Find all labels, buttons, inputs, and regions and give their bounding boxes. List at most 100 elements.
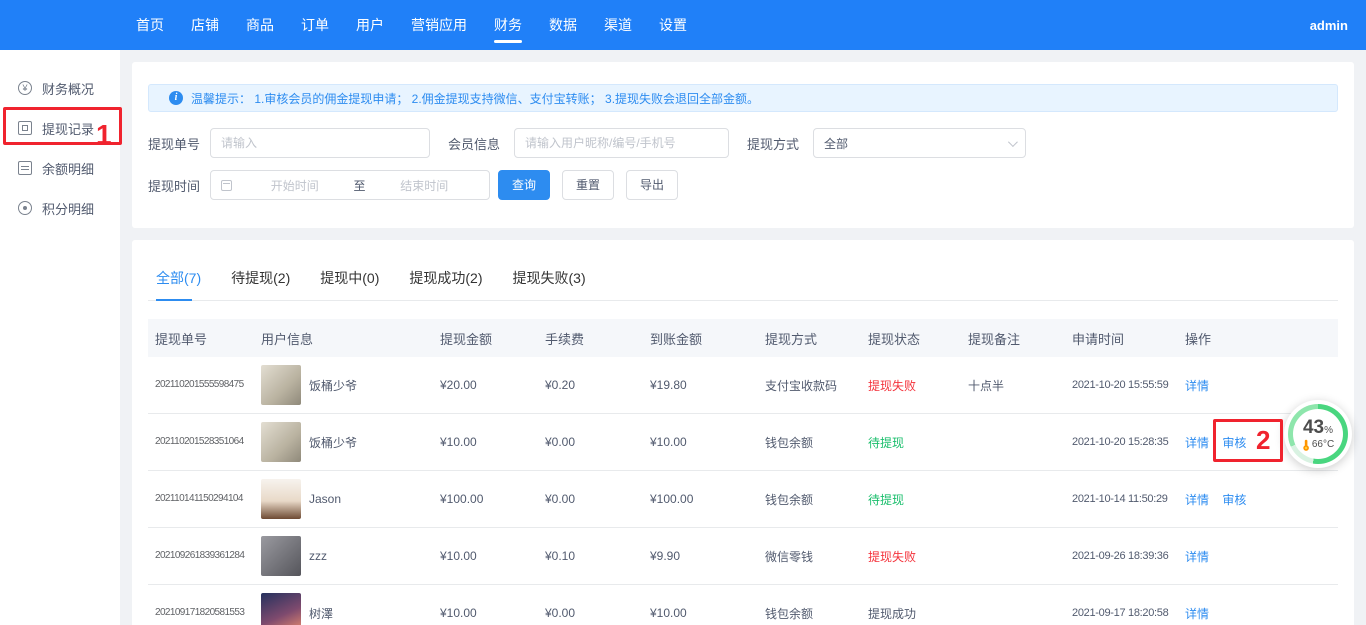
withdraw-method: 微信零钱 (758, 548, 861, 565)
nav-item-finance[interactable]: 财务 (494, 0, 522, 50)
filter-row-1: 提现单号 会员信息 提现方式 全部 (148, 128, 1338, 158)
status-badge: 提现失败 (868, 550, 916, 564)
main-menu: 首页 店铺 商品 订单 用户 营销应用 财务 数据 渠道 设置 (136, 0, 687, 50)
user-info: 饭桶少爷 (254, 422, 433, 462)
sidebar-item-label: 余额明细 (42, 159, 94, 178)
withdraw-amount: ¥10.00 (433, 606, 538, 620)
status-badge: 提现失败 (868, 379, 916, 393)
apply-time: 2021-10-20 15:28:35 (1065, 432, 1178, 452)
avatar (261, 365, 301, 405)
sidebar-item-label: 积分明细 (42, 199, 94, 218)
detail-link[interactable]: 详情 (1185, 436, 1209, 450)
nav-item-orders[interactable]: 订单 (301, 0, 329, 50)
withdraw-method-select[interactable]: 全部 (813, 128, 1026, 158)
filter-panel: i 温馨提示： 1.审核会员的佣金提现申请； 2.佣金提现支持微信、支付宝转账；… (132, 62, 1354, 228)
user-nickname: 树澤 (309, 605, 333, 622)
detail-link[interactable]: 详情 (1185, 493, 1209, 507)
member-info-label: 会员信息 (448, 134, 500, 153)
order-no: 202110201528351064 (148, 432, 254, 452)
reset-button[interactable]: 重置 (562, 170, 614, 200)
received-amount: ¥9.90 (643, 549, 758, 563)
avatar (261, 479, 301, 519)
apply-time: 2021-10-14 11:50:29 (1065, 489, 1178, 509)
nav-item-goods[interactable]: 商品 (246, 0, 274, 50)
thermometer-icon (1302, 439, 1310, 451)
col-header-remark: 提现备注 (961, 329, 1065, 348)
user-info: 饭桶少爷 (254, 365, 433, 405)
order-no: 202109261839361284 (148, 546, 254, 566)
select-value: 全部 (824, 135, 1008, 152)
fee: ¥0.00 (538, 435, 643, 449)
received-amount: ¥10.00 (643, 606, 758, 620)
yen-circle-icon: ¥ (18, 81, 32, 95)
nav-item-settings[interactable]: 设置 (659, 0, 687, 50)
fee: ¥0.20 (538, 378, 643, 392)
audit-link[interactable]: 审核 (1222, 493, 1246, 507)
withdraw-table-panel: 全部(7) 待提现(2) 提现中(0) 提现成功(2) 提现失败(3) 提现单号… (132, 240, 1354, 625)
table-header-row: 提现单号 用户信息 提现金额 手续费 到账金额 提现方式 提现状态 提现备注 申… (148, 319, 1338, 357)
top-navbar: 首页 店铺 商品 订单 用户 营销应用 财务 数据 渠道 设置 admin (0, 0, 1366, 50)
withdraw-table: 提现单号 用户信息 提现金额 手续费 到账金额 提现方式 提现状态 提现备注 申… (148, 319, 1338, 625)
withdraw-method: 钱包余额 (758, 434, 861, 451)
order-no: 202110141150294104 (148, 489, 254, 509)
withdraw-amount: ¥20.00 (433, 378, 538, 392)
col-header-fee: 手续费 (538, 329, 643, 348)
export-button[interactable]: 导出 (626, 170, 678, 200)
balance-list-icon (18, 161, 32, 175)
avatar (261, 593, 301, 625)
date-range-input[interactable]: 开始时间 至 结束时间 (210, 170, 490, 200)
user-nickname: 饭桶少爷 (309, 434, 357, 451)
performance-gauge-widget[interactable]: 43% 66°C (1284, 400, 1352, 468)
nav-item-shop[interactable]: 店铺 (191, 0, 219, 50)
table-row: 202109261839361284 zzz ¥10.00 ¥0.10 ¥9.9… (148, 528, 1338, 585)
nav-item-users[interactable]: 用户 (356, 0, 384, 50)
start-time-placeholder[interactable]: 开始时间 (240, 177, 350, 194)
detail-link[interactable]: 详情 (1185, 379, 1209, 393)
user-menu[interactable]: admin (1310, 18, 1348, 33)
col-header-user-info: 用户信息 (254, 329, 433, 348)
tab-success[interactable]: 提现成功(2) (409, 268, 482, 300)
col-header-amount: 提现金额 (433, 329, 538, 348)
annotation-box-2 (1213, 419, 1283, 462)
date-separator: 至 (350, 177, 370, 194)
detail-link[interactable]: 详情 (1185, 607, 1209, 621)
annotation-label-1: 1 (96, 121, 112, 149)
avatar (261, 422, 301, 462)
user-nickname: zzz (309, 549, 327, 563)
nav-item-data[interactable]: 数据 (549, 0, 577, 50)
search-button[interactable]: 查询 (498, 170, 550, 200)
member-info-input[interactable] (514, 128, 729, 158)
nav-item-home[interactable]: 首页 (136, 0, 164, 50)
end-time-placeholder[interactable]: 结束时间 (370, 177, 480, 194)
nav-item-channel[interactable]: 渠道 (604, 0, 632, 50)
nav-item-marketing[interactable]: 营销应用 (411, 0, 467, 50)
withdraw-method: 钱包余额 (758, 605, 861, 622)
col-header-received: 到账金额 (643, 329, 758, 348)
status-badge: 待提现 (868, 493, 904, 507)
table-row: 202110141150294104 Jason ¥100.00 ¥0.00 ¥… (148, 471, 1338, 528)
sidebar-item-balance-details[interactable]: 余额明细 (0, 148, 120, 188)
withdraw-amount: ¥100.00 (433, 492, 538, 506)
tip-text: 温馨提示： 1.审核会员的佣金提现申请； 2.佣金提现支持微信、支付宝转账； 3… (191, 90, 759, 107)
fee: ¥0.10 (538, 549, 643, 563)
withdraw-time-label: 提现时间 (148, 176, 210, 195)
table-row: 202110201555598475 饭桶少爷 ¥20.00 ¥0.20 ¥19… (148, 357, 1338, 414)
user-nickname: Jason (309, 492, 341, 506)
sidebar-item-points-details[interactable]: 积分明细 (0, 188, 120, 228)
avatar (261, 536, 301, 576)
sidebar-item-finance-overview[interactable]: ¥ 财务概况 (0, 68, 120, 108)
detail-link[interactable]: 详情 (1185, 550, 1209, 564)
status-badge: 待提现 (868, 436, 904, 450)
tab-failed[interactable]: 提现失败(3) (513, 268, 586, 300)
fee: ¥0.00 (538, 492, 643, 506)
table-row: 202109171820581553 树澤 ¥10.00 ¥0.00 ¥10.0… (148, 585, 1338, 625)
fee: ¥0.00 (538, 606, 643, 620)
tab-pending[interactable]: 待提现(2) (231, 268, 290, 300)
col-header-apply-time: 申请时间 (1065, 329, 1178, 348)
order-no-input[interactable] (210, 128, 430, 158)
tab-processing[interactable]: 提现中(0) (320, 268, 379, 300)
tab-all[interactable]: 全部(7) (156, 268, 201, 300)
apply-time: 2021-09-26 18:39:36 (1065, 546, 1178, 566)
withdraw-method-label: 提现方式 (747, 134, 799, 153)
user-info: zzz (254, 536, 433, 576)
